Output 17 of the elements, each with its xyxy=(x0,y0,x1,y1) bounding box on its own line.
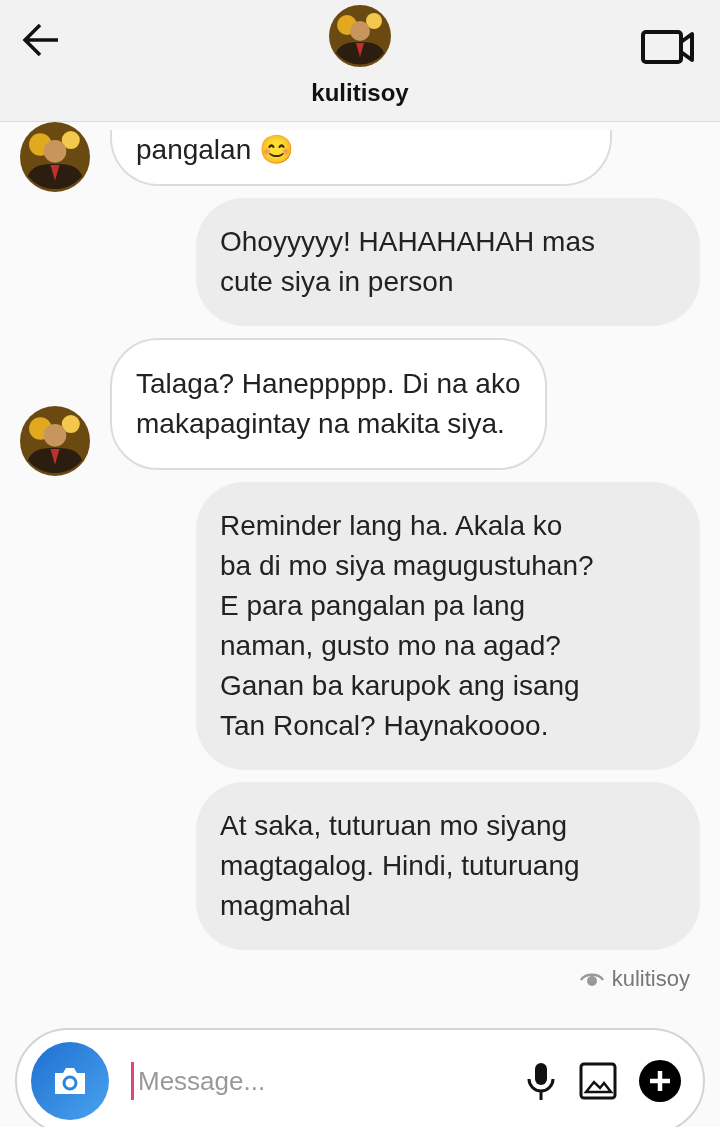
sent-message: Reminder lang ha. Akala ko ba di mo siya magugustuhan? E para pangalan pa lang naman, gusto mo na agad? Ganan ba karupok ang isang Tan Roncal? Haynakoooo. xyxy=(196,482,700,770)
image-icon[interactable] xyxy=(579,1062,617,1100)
sent-message: Ohoyyyyy! HAHAHAHAH mas cute siya in person xyxy=(196,198,700,326)
avatar xyxy=(20,406,90,476)
message-field[interactable]: Message... xyxy=(131,1062,503,1100)
avatar xyxy=(329,5,391,67)
received-message: pangalan 😊 xyxy=(110,130,612,186)
received-message: Talaga? Haneppppp. Di na ako makapagintay na makita siya. xyxy=(110,338,547,470)
avatar xyxy=(20,122,90,192)
seen-by: kulitisoy xyxy=(611,965,690,993)
add-icon[interactable] xyxy=(639,1060,681,1102)
sent-message: At saka, tuturuan mo siyang magtagalog. Hindi, tuturuang magmahal xyxy=(196,782,700,950)
back-icon[interactable] xyxy=(22,22,60,58)
microphone-icon[interactable] xyxy=(525,1061,557,1101)
camera-button[interactable] xyxy=(31,1042,109,1120)
username[interactable]: kulitisoy xyxy=(311,79,409,107)
camera-icon xyxy=(52,1066,88,1096)
